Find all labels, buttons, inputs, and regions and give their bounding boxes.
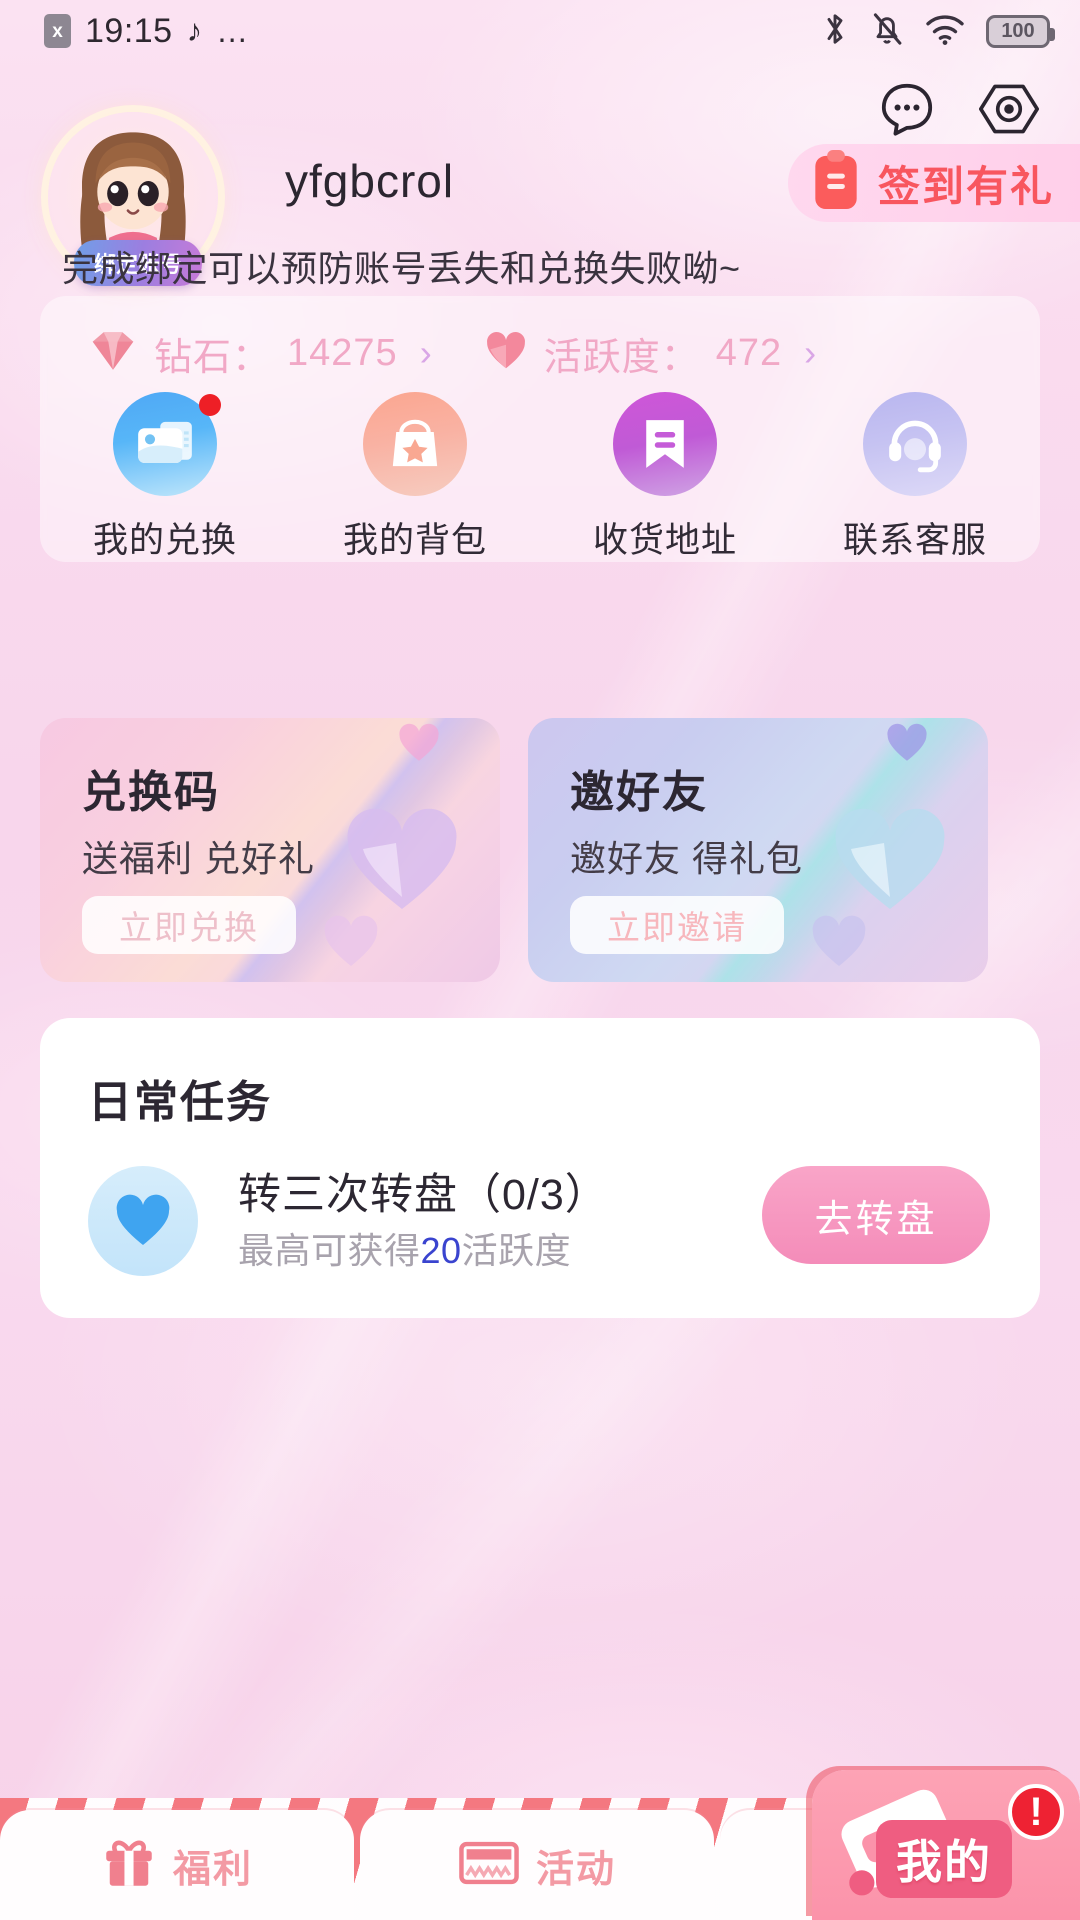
task-reward-suffix: 活跃度 xyxy=(462,1230,572,1271)
signin-reward-button[interactable]: 签到有礼 xyxy=(788,144,1080,222)
promo-subtitle: 送福利 兑好礼 xyxy=(82,830,315,882)
promo-title: 兑换码 xyxy=(82,756,220,820)
chevron-right-icon: › xyxy=(420,332,432,374)
username: yfgbcrol xyxy=(285,154,454,208)
nav-tab-mine-label: 我的 xyxy=(876,1820,1012,1898)
bookmark-address-icon xyxy=(613,392,717,496)
nav-tab-welfare[interactable]: 福利 xyxy=(0,1810,354,1920)
bluetooth-icon xyxy=(820,11,850,52)
notification-dot xyxy=(199,394,221,416)
heart-decoration-icon xyxy=(830,806,950,916)
heart-gem-icon xyxy=(484,329,528,378)
status-bar-left: x 19:15 ♪ … xyxy=(44,12,250,51)
stats-row: 钻石： 14275 › 活跃度： 472 › xyxy=(40,318,1040,388)
task-reward-text: 最高可获得20活跃度 xyxy=(238,1222,571,1274)
blue-heart-icon xyxy=(88,1166,198,1276)
stat-diamond-value: 14275 xyxy=(287,332,398,375)
stat-activity-value: 472 xyxy=(716,332,782,375)
task-reward-amount: 20 xyxy=(421,1230,462,1271)
headset-support-icon xyxy=(863,392,967,496)
wallet-icon xyxy=(113,392,217,496)
promo-card-redeem-code[interactable]: 兑换码 送福利 兑好礼 立即兑换 xyxy=(40,718,500,982)
heart-decoration-icon xyxy=(808,914,870,970)
hex-settings-icon[interactable] xyxy=(978,78,1040,140)
stat-diamond-label: 钻石： xyxy=(154,326,271,381)
daily-tasks-title: 日常任务 xyxy=(88,1066,272,1130)
nav-tab-activity[interactable]: 活动 xyxy=(360,1810,714,1920)
chat-bubble-icon[interactable] xyxy=(876,78,938,140)
quick-entry-label: 收货地址 xyxy=(593,512,737,563)
nav-tab-label: 活动 xyxy=(536,1838,616,1893)
battery-indicator: 100 xyxy=(986,15,1050,48)
daily-tasks-card: 日常任务 转三次转盘（0/3） 最高可获得20活跃度 去转盘 xyxy=(40,1018,1040,1318)
quick-entries-row: 我的兑换 我的背包 收货地址 xyxy=(40,392,1040,563)
quick-entry-contact-support[interactable]: 联系客服 xyxy=(790,392,1040,563)
status-bar-clock: 19:15 xyxy=(85,12,173,51)
heart-decoration-icon xyxy=(320,914,382,970)
task-reward-prefix: 最高可获得 xyxy=(238,1230,421,1271)
status-bar: x 19:15 ♪ … 100 xyxy=(0,0,1080,62)
status-bar-right: 100 xyxy=(820,11,1050,52)
heart-decoration-icon xyxy=(396,722,442,764)
nav-tab-label: 福利 xyxy=(173,1838,253,1893)
quick-entry-label: 我的兑换 xyxy=(93,512,237,563)
alert-badge: ! xyxy=(1008,1784,1064,1840)
task-title: 转三次转盘（0/3） xyxy=(238,1160,609,1222)
ticket-icon xyxy=(458,1837,520,1894)
wifi-icon xyxy=(924,12,966,51)
promo-subtitle: 邀好友 得礼包 xyxy=(570,830,803,882)
header-actions xyxy=(876,78,1040,140)
tiktok-note-icon: ♪ xyxy=(187,13,203,49)
bottom-navigation: 福利 活动 活跃 xyxy=(0,1780,1080,1920)
promo-action-button[interactable]: 立即兑换 xyxy=(82,896,296,954)
heart-decoration-icon xyxy=(342,806,462,916)
shopping-bag-star-icon xyxy=(363,392,467,496)
sim-x-icon: x xyxy=(44,14,71,48)
task-row: 转三次转盘（0/3） 最高可获得20活跃度 去转盘 xyxy=(40,1160,1040,1290)
quick-entry-label: 联系客服 xyxy=(843,512,987,563)
promo-title: 邀好友 xyxy=(570,756,708,820)
bind-hint-text: 完成绑定可以预防账号丢失和兑换失败呦~ xyxy=(62,240,741,292)
diamond-icon xyxy=(88,329,138,378)
stat-diamond[interactable]: 钻石： 14275 › xyxy=(88,326,432,381)
chevron-right-icon: › xyxy=(804,332,816,374)
quick-entry-shipping-address[interactable]: 收货地址 xyxy=(540,392,790,563)
heart-decoration-icon xyxy=(884,722,930,764)
bell-muted-icon xyxy=(870,11,904,52)
quick-entry-my-exchange[interactable]: 我的兑换 xyxy=(40,392,290,563)
signin-reward-label: 签到有礼 xyxy=(878,153,1054,214)
quick-entry-label: 我的背包 xyxy=(343,512,487,563)
stats-and-entries-card: 钻石： 14275 › 活跃度： 472 › xyxy=(40,296,1040,562)
promo-card-invite-friends[interactable]: 邀好友 邀好友 得礼包 立即邀请 xyxy=(528,718,988,982)
stat-activity[interactable]: 活跃度： 472 › xyxy=(484,326,816,381)
quick-entry-my-backpack[interactable]: 我的背包 xyxy=(290,392,540,563)
status-bar-more-icon: … xyxy=(216,25,250,38)
gift-icon xyxy=(101,1835,157,1896)
nav-tab-mine[interactable]: 我的 ! xyxy=(812,1770,1080,1920)
task-action-button[interactable]: 去转盘 xyxy=(762,1166,990,1264)
promo-action-button[interactable]: 立即邀请 xyxy=(570,896,784,954)
stat-activity-label: 活跃度： xyxy=(544,326,700,381)
calendar-gift-icon xyxy=(810,150,862,217)
